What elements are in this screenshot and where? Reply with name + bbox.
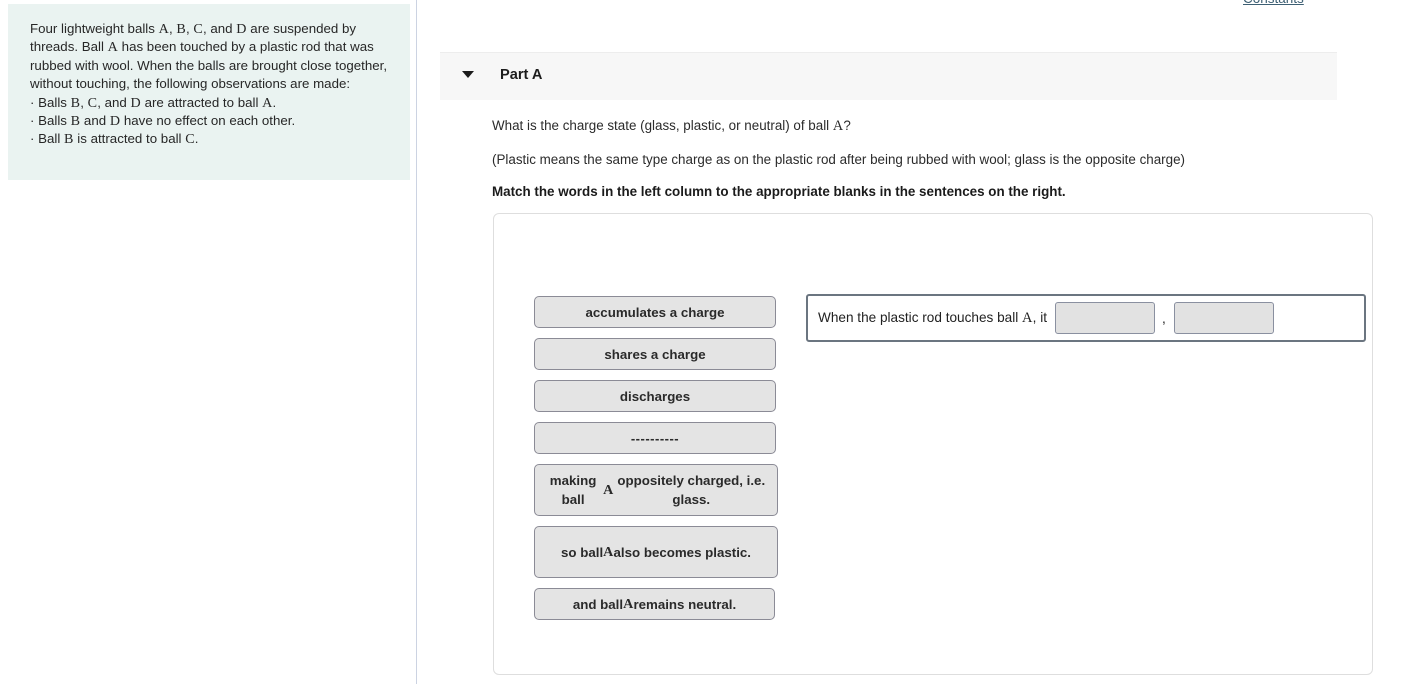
word-tile[interactable]: so ball A also becomes plastic. (534, 526, 778, 578)
slot-separator: , (1162, 310, 1166, 326)
word-tile[interactable]: making ball A oppositely charged, i.e. g… (534, 464, 778, 516)
word-bank-column: accumulates a charge shares a charge disch… (534, 296, 778, 630)
word-tile[interactable]: ---------- (534, 422, 776, 454)
drop-slot-1[interactable] (1055, 302, 1155, 334)
question-text: What is the charge state (glass, plastic… (492, 118, 851, 134)
question-instruction-text: Match the words in the left column to th… (492, 184, 1066, 199)
drop-slot-2[interactable] (1173, 302, 1274, 334)
problem-statement-panel: Four lightweight balls A, B, C, and D ar… (8, 4, 410, 180)
sentence-drop-row: When the plastic rod touches ball A, it … (806, 294, 1366, 342)
word-tile[interactable]: and ball A remains neutral. (534, 588, 775, 620)
collapse-triangle-icon[interactable] (462, 71, 474, 78)
word-tile[interactable]: shares a charge (534, 338, 776, 370)
part-a-header[interactable]: Part A (440, 52, 1337, 100)
word-tile[interactable]: accumulates a charge (534, 296, 776, 328)
constants-link[interactable]: Constants (1243, 0, 1304, 6)
question-note-text: (Plastic means the same type charge as o… (492, 152, 1185, 167)
sentence-prefix-text: When the plastic rod touches ball A, it (818, 309, 1047, 326)
pane-divider (416, 0, 417, 684)
word-tile[interactable]: discharges (534, 380, 776, 412)
problem-statement-text: Four lightweight balls A, B, C, and D ar… (30, 21, 388, 148)
part-a-label: Part A (500, 67, 543, 83)
